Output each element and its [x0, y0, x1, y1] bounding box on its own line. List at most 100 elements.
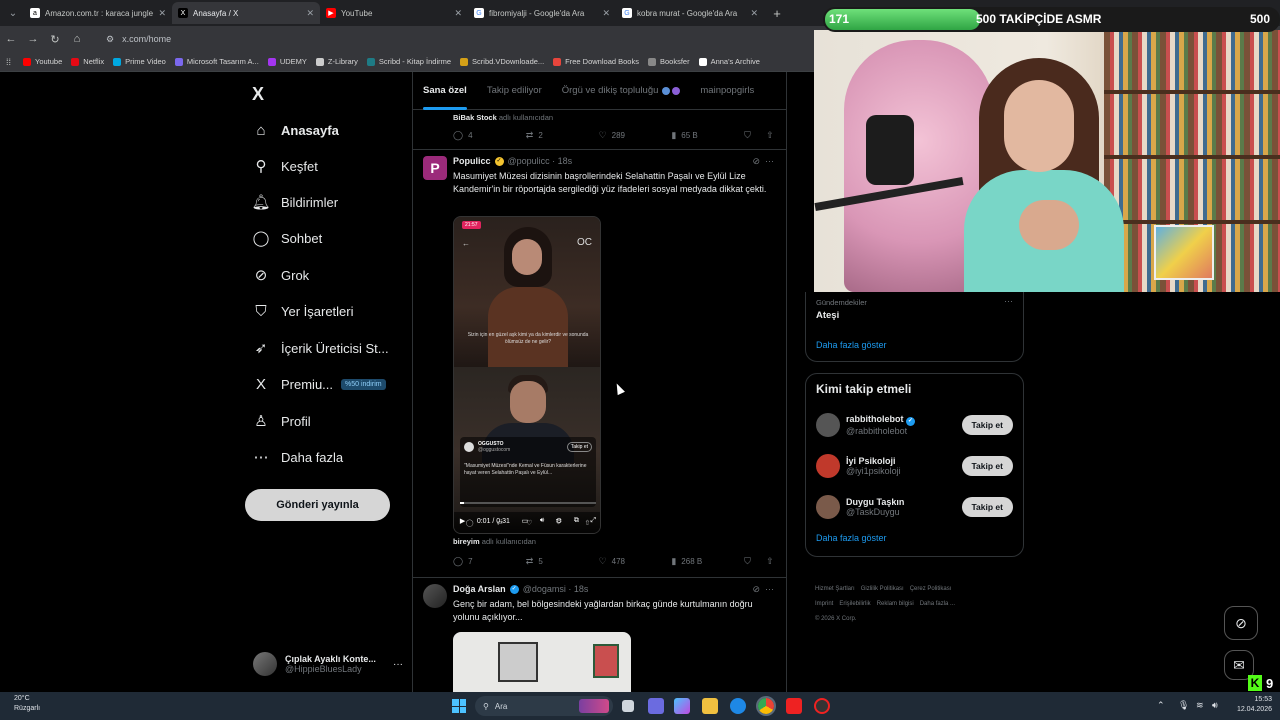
more-dots-icon[interactable]: ··· — [765, 584, 774, 594]
obs-icon[interactable] — [814, 698, 830, 714]
mic-icon[interactable]: 🎙︎ — [1178, 700, 1189, 711]
trend-title[interactable]: Ateşi — [816, 310, 839, 321]
windows-start-icon[interactable] — [452, 699, 466, 713]
bookmark-item[interactable]: Z-Library — [315, 57, 358, 66]
fullscreen-icon[interactable]: ⤢ — [590, 517, 596, 525]
speaker-icon[interactable]: 🔊︎ — [1212, 700, 1218, 711]
post-button[interactable]: Gönderi yayınla — [245, 489, 390, 521]
video-progress[interactable] — [460, 502, 596, 504]
footer-link[interactable]: Reklam bilgisi — [877, 601, 914, 607]
copilot-icon[interactable] — [674, 698, 690, 714]
attribution-name[interactable]: BiBak Stock — [453, 113, 497, 122]
close-tab-icon[interactable]: ✕ — [750, 8, 758, 19]
bookmark-tweet-button[interactable]: ⛉ — [744, 130, 766, 141]
wifi-icon[interactable]: ≋ — [1196, 700, 1204, 711]
share-button[interactable]: ⇧ — [766, 556, 786, 567]
sidebar-item[interactable]: ⌂ Anasayfa — [251, 118, 338, 142]
footer-link[interactable]: Daha fazla ... — [920, 601, 955, 607]
youtube-app-icon[interactable] — [786, 698, 802, 714]
browser-tab[interactable]: a Amazon.com.tr : karaca jungle ✕ — [24, 2, 172, 24]
close-tab-icon[interactable]: ✕ — [158, 8, 166, 19]
follow-button[interactable]: Takip et — [961, 455, 1013, 476]
follow-button[interactable]: Takip et — [961, 496, 1013, 517]
bookmark-item[interactable]: Free Download Books — [553, 57, 639, 66]
views-button[interactable]: ▮ 268 B — [671, 556, 744, 567]
sidebar-item[interactable]: X Premiu... %50 indirim — [251, 372, 386, 396]
more-dots-icon[interactable]: ··· — [393, 659, 403, 670]
task-view-icon[interactable] — [622, 700, 634, 712]
tweet-menu[interactable]: ⊘ ··· — [752, 584, 774, 595]
tab-search-icon[interactable]: ⌄ — [2, 2, 24, 24]
grok-icon[interactable]: ⊘ — [752, 156, 760, 166]
clock[interactable]: 15:53 12.04.2026 — [1237, 695, 1272, 715]
tab-community[interactable]: Örgü ve dikiş topluluğu — [552, 72, 691, 110]
new-tab-button[interactable]: + — [768, 4, 786, 22]
x-logo-icon[interactable]: X — [252, 84, 264, 105]
tweet-populicc[interactable]: P Populicc ✓ @populicc · 18s ⊘ ··· Masum… — [413, 150, 786, 578]
grok-fab-icon[interactable]: ⊘ — [1224, 606, 1258, 640]
retweet-button[interactable]: ⇄ 2 — [526, 130, 599, 141]
tweet-media[interactable] — [453, 632, 631, 692]
back-icon[interactable]: ← — [0, 33, 22, 45]
avatar[interactable] — [816, 453, 840, 478]
footer-link[interactable]: Gizlilik Politikası — [861, 586, 904, 592]
browser-tab[interactable]: X Anasayfa / X ✕ — [172, 2, 320, 24]
author-name[interactable]: Doğa Arslan — [453, 584, 506, 594]
browser-tab[interactable]: Gfibromiyalji - Google'da Ara ✕ — [468, 2, 616, 24]
avatar[interactable] — [816, 412, 840, 437]
footer-link[interactable]: Hizmet Şartları — [815, 586, 855, 592]
avatar[interactable]: P — [423, 156, 447, 180]
footer-link[interactable]: Erişilebilirlik — [839, 601, 870, 607]
more-dots-icon[interactable]: ··· — [765, 156, 774, 166]
grok-icon[interactable]: ⊘ — [752, 584, 760, 594]
account-switcher[interactable]: Çıplak Ayaklı Konte... @HippieBluesLady … — [253, 649, 403, 679]
attribution-name[interactable]: bireyim — [453, 537, 480, 546]
sidebar-item[interactable]: 🔔︎ Bildirimler — [251, 190, 338, 214]
sidebar-item[interactable]: ⚲ Keşfet — [251, 154, 318, 178]
bookmark-item[interactable]: Netflix — [71, 57, 104, 66]
bookmark-item[interactable]: Booksfer — [647, 57, 690, 66]
bookmark-item[interactable]: Anna's Archive — [698, 57, 760, 66]
tab-mainpopgirls[interactable]: mainpopgirls — [690, 72, 764, 110]
avatar[interactable] — [423, 584, 447, 608]
teams-icon[interactable] — [648, 698, 664, 714]
reload-icon[interactable]: ↻ — [44, 33, 66, 46]
forward-icon[interactable]: → — [22, 33, 44, 45]
follow-suggestion[interactable]: İyi Psikoloji @iyi1psikoloji Takip et — [806, 445, 1023, 486]
tweet-dogaarslan[interactable]: Doğa Arslan ✓ @dogamsi · 18s ⊘ ··· Genç … — [413, 578, 786, 692]
bookmark-tweet-button[interactable]: ⛉ — [744, 556, 766, 567]
follow-button[interactable]: Takip et — [961, 414, 1013, 435]
close-tab-icon[interactable]: ✕ — [454, 8, 462, 19]
settings-icon[interactable]: ⚙ — [556, 517, 562, 525]
follow-show-more[interactable]: Daha fazla göster — [806, 527, 1023, 549]
captions-icon[interactable]: ▭ — [522, 517, 529, 525]
apps-grid-icon[interactable]: ⁞⁞ — [6, 57, 11, 67]
retweet-button[interactable]: ⇄ 5 — [526, 556, 599, 567]
footer-link[interactable]: Imprint — [815, 601, 833, 607]
tab-for-you[interactable]: Sana özel — [413, 72, 477, 110]
follow-suggestion[interactable]: rabbitholebot ✓ @rabbitholebot Takip et — [806, 404, 1023, 445]
footer-link[interactable]: © 2026 X Corp. — [815, 616, 856, 622]
bookmark-item[interactable]: Scribd.VDownloade... — [460, 57, 544, 66]
home-browser-icon[interactable]: ⌂ — [66, 33, 88, 45]
footer-link[interactable]: Çerez Politikası — [910, 586, 952, 592]
sidebar-item[interactable]: ♙ Profil — [251, 409, 310, 433]
more-dots-icon[interactable]: ··· — [1004, 296, 1013, 306]
edge-icon[interactable] — [730, 698, 746, 714]
follow-suggestion[interactable]: Duygu Taşkın @TaskDuygu Takip et — [806, 486, 1023, 527]
bookmark-item[interactable]: Youtube — [23, 57, 62, 66]
bookmark-item[interactable]: UDEMY — [267, 57, 307, 66]
tray-chevron-icon[interactable]: ⌃ — [1157, 700, 1165, 711]
volume-icon[interactable]: 🔊︎ — [540, 517, 544, 525]
chrome-icon[interactable] — [756, 696, 776, 716]
file-explorer-icon[interactable] — [702, 698, 718, 714]
avatar[interactable] — [816, 494, 840, 519]
bookmark-item[interactable]: Prime Video — [113, 57, 166, 66]
video-player[interactable]: 21:57 ← OC Sizin için en güzel aşk kimi … — [453, 216, 601, 534]
trends-show-more[interactable]: Daha fazla göster — [816, 340, 887, 350]
browser-tab[interactable]: Gkobra murat - Google'da Ara ✕ — [616, 2, 764, 24]
tab-following[interactable]: Takip ediliyor — [477, 72, 552, 110]
tweet-menu[interactable]: ⊘ ··· — [752, 156, 774, 167]
pip-icon[interactable]: ⧉ — [574, 517, 579, 525]
like-button[interactable]: ♡ 289 — [599, 130, 672, 141]
